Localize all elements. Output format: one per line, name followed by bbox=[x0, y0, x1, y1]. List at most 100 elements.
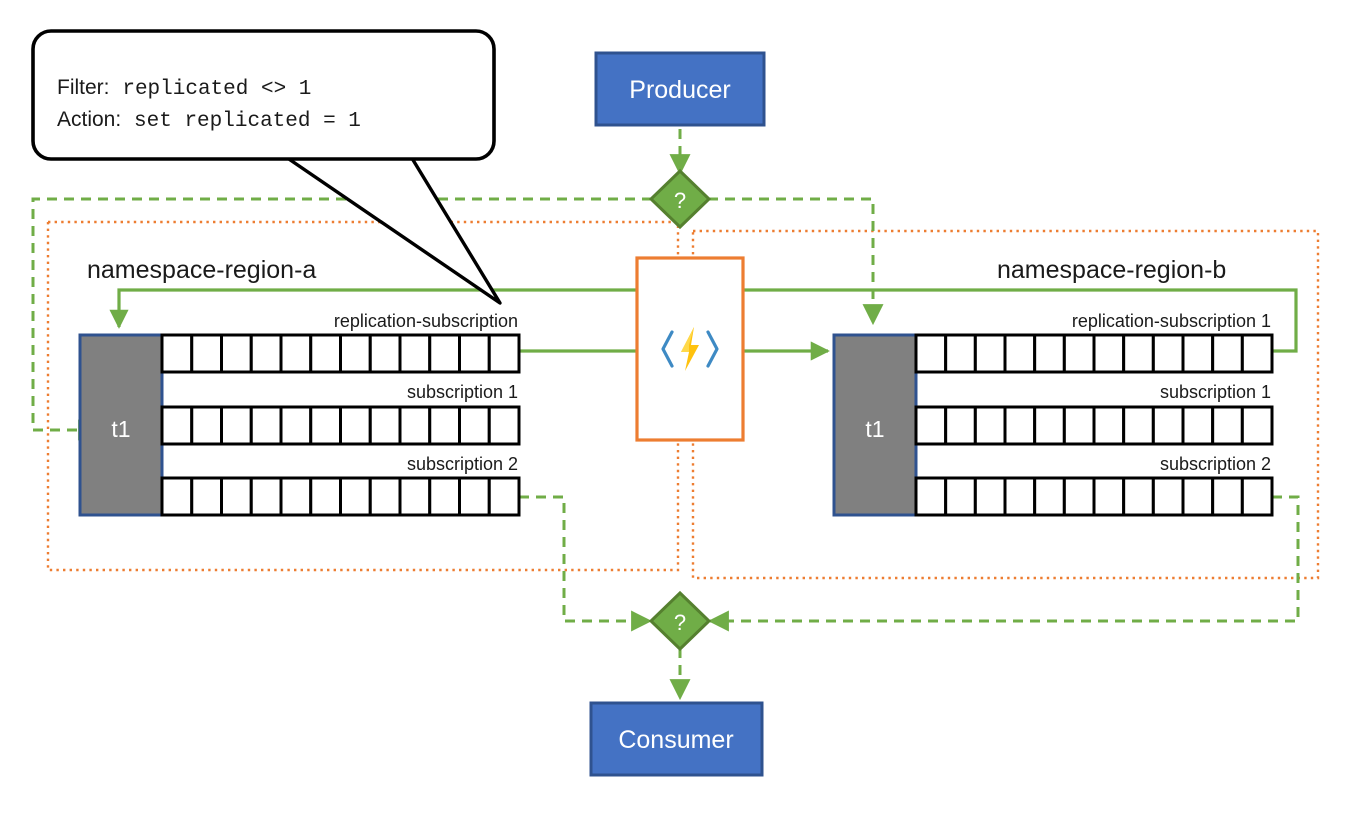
region-b-queue-cell bbox=[1003, 333, 1037, 374]
region-a-queue-cell bbox=[368, 476, 402, 517]
region-b-queue-cell bbox=[1181, 405, 1215, 446]
region-a-queue-cell bbox=[398, 476, 432, 517]
region-b-queue-cell bbox=[1033, 476, 1066, 517]
region-b-queue-row-2 bbox=[914, 476, 1274, 517]
region-b-queue-cell bbox=[914, 333, 948, 374]
region-b-queue-cell bbox=[944, 405, 977, 446]
region-a-sub-label-2: subscription 2 bbox=[407, 454, 518, 474]
region-a-queue-cell bbox=[279, 333, 313, 374]
region-a-queue-cell bbox=[220, 333, 253, 374]
region-a-queue-cell bbox=[487, 476, 521, 517]
decision-bottom-label: ? bbox=[674, 610, 686, 635]
callout-action-value: set replicated = 1 bbox=[134, 110, 361, 133]
region-b-queue-cell bbox=[914, 405, 948, 446]
region-a-queue-cell bbox=[428, 333, 461, 374]
region-a-queue-cell bbox=[309, 476, 342, 517]
region-b-topic[interactable]: t1 bbox=[832, 333, 918, 517]
region-a-queue-cell bbox=[279, 476, 313, 517]
region-a-queue-cell bbox=[368, 405, 402, 446]
region-b-queue-cell bbox=[1211, 476, 1244, 517]
region-a-queue-cell bbox=[309, 405, 342, 446]
region-a-queue-cell bbox=[249, 476, 283, 517]
region-b-queue-cell bbox=[1003, 476, 1037, 517]
architecture-diagram: Producer ? namespace-region-a t1 replica… bbox=[31, 29, 1320, 777]
region-b-queue-cell bbox=[944, 333, 977, 374]
region-b-queue-cell bbox=[1092, 476, 1126, 517]
region-a-sub-label-1: subscription 1 bbox=[407, 382, 518, 402]
callout-action-label: Action: bbox=[57, 108, 121, 131]
region-a-topic-label: t1 bbox=[111, 416, 130, 442]
region-b-queue-cell bbox=[1062, 476, 1096, 517]
decision-top-label: ? bbox=[674, 188, 686, 213]
region-b-queue-cell bbox=[1122, 476, 1155, 517]
producer-label: Producer bbox=[629, 76, 730, 104]
region-a-queue-row-2 bbox=[160, 476, 521, 517]
region-b-queue-cell bbox=[1092, 333, 1126, 374]
region-a-queue-cell bbox=[339, 405, 372, 446]
region-a-topic[interactable]: t1 bbox=[78, 333, 164, 517]
region-a-queue-cell bbox=[368, 333, 402, 374]
region-a-queue-cell bbox=[220, 405, 253, 446]
region-a-queue-cell bbox=[279, 405, 313, 446]
producer-node[interactable]: Producer bbox=[594, 51, 766, 127]
region-b-queue-cell bbox=[1033, 333, 1066, 374]
region-a-queue-row-1 bbox=[160, 405, 521, 446]
callout-filter-value: replicated <> 1 bbox=[122, 78, 311, 101]
region-a-queue-cell bbox=[160, 405, 194, 446]
function-app-node[interactable] bbox=[635, 256, 745, 442]
region-b-queue-cell bbox=[1240, 405, 1274, 446]
region-b-queue-row-0 bbox=[914, 333, 1274, 374]
region-a-queue-cell bbox=[428, 405, 461, 446]
region-a-queue-cell bbox=[160, 476, 194, 517]
decision-top-node[interactable]: ? bbox=[648, 168, 712, 230]
region-b-queues bbox=[914, 333, 1274, 517]
callout-filter-label: Filter: bbox=[57, 76, 110, 99]
region-a-queue-cell bbox=[190, 333, 223, 374]
region-b-queue-cell bbox=[973, 405, 1007, 446]
region-a-queue-cell bbox=[428, 476, 461, 517]
region-a-queue-cell bbox=[249, 333, 283, 374]
consumer-node[interactable]: Consumer bbox=[589, 701, 764, 777]
region-a-queue-cell bbox=[458, 405, 491, 446]
region-b-topic-label: t1 bbox=[865, 416, 884, 442]
region-b-queue-cell bbox=[1003, 405, 1037, 446]
region-a-queue-cell bbox=[339, 333, 372, 374]
region-a-queue-cell bbox=[190, 405, 223, 446]
region-b-queue-cell bbox=[944, 476, 977, 517]
region-b-queue-cell bbox=[1092, 405, 1126, 446]
callout-filter-line: Filter: replicated <> 1 bbox=[57, 76, 311, 101]
region-a-queue-cell bbox=[220, 476, 253, 517]
region-b-queue-cell bbox=[914, 476, 948, 517]
region-b-sub-label-2: subscription 2 bbox=[1160, 454, 1271, 474]
region-a-queues bbox=[160, 333, 521, 517]
callout-action-line: Action: set replicated = 1 bbox=[57, 108, 361, 133]
region-b-queue-cell bbox=[1240, 476, 1274, 517]
region-b-queue-row-1 bbox=[914, 405, 1274, 446]
region-b-queue-cell bbox=[1151, 405, 1185, 446]
region-b-queue-cell bbox=[1062, 333, 1096, 374]
diagram-canvas: Producer ? namespace-region-a t1 replica… bbox=[0, 0, 1353, 817]
region-a-queue-cell bbox=[339, 476, 372, 517]
region-b-queue-cell bbox=[1181, 333, 1215, 374]
region-b-queue-cell bbox=[1240, 333, 1274, 374]
region-b-queue-cell bbox=[973, 476, 1007, 517]
region-b-queue-cell bbox=[1181, 476, 1215, 517]
region-a-queue-cell bbox=[487, 405, 521, 446]
region-b-queue-cell bbox=[1151, 476, 1185, 517]
region-b-queue-cell bbox=[1151, 333, 1185, 374]
flow-region-a-sub2-to-decision bbox=[519, 495, 653, 632]
region-b-queue-cell bbox=[1211, 333, 1244, 374]
decision-bottom-node[interactable]: ? bbox=[648, 590, 712, 652]
namespace-region-a-title: namespace-region-a bbox=[87, 256, 316, 284]
region-a-queue-cell bbox=[458, 476, 491, 517]
region-b-sub-label-0: replication-subscription 1 bbox=[1072, 311, 1271, 331]
region-a-queue-cell bbox=[398, 405, 432, 446]
region-b-queue-cell bbox=[973, 333, 1007, 374]
region-b-queue-cell bbox=[1062, 405, 1096, 446]
region-a-queue-cell bbox=[190, 476, 223, 517]
region-b-queue-cell bbox=[1122, 333, 1155, 374]
region-a-queue-cell bbox=[458, 333, 491, 374]
region-a-queue-cell bbox=[487, 333, 521, 374]
namespace-region-b-title: namespace-region-b bbox=[997, 256, 1226, 284]
consumer-label: Consumer bbox=[618, 726, 733, 754]
